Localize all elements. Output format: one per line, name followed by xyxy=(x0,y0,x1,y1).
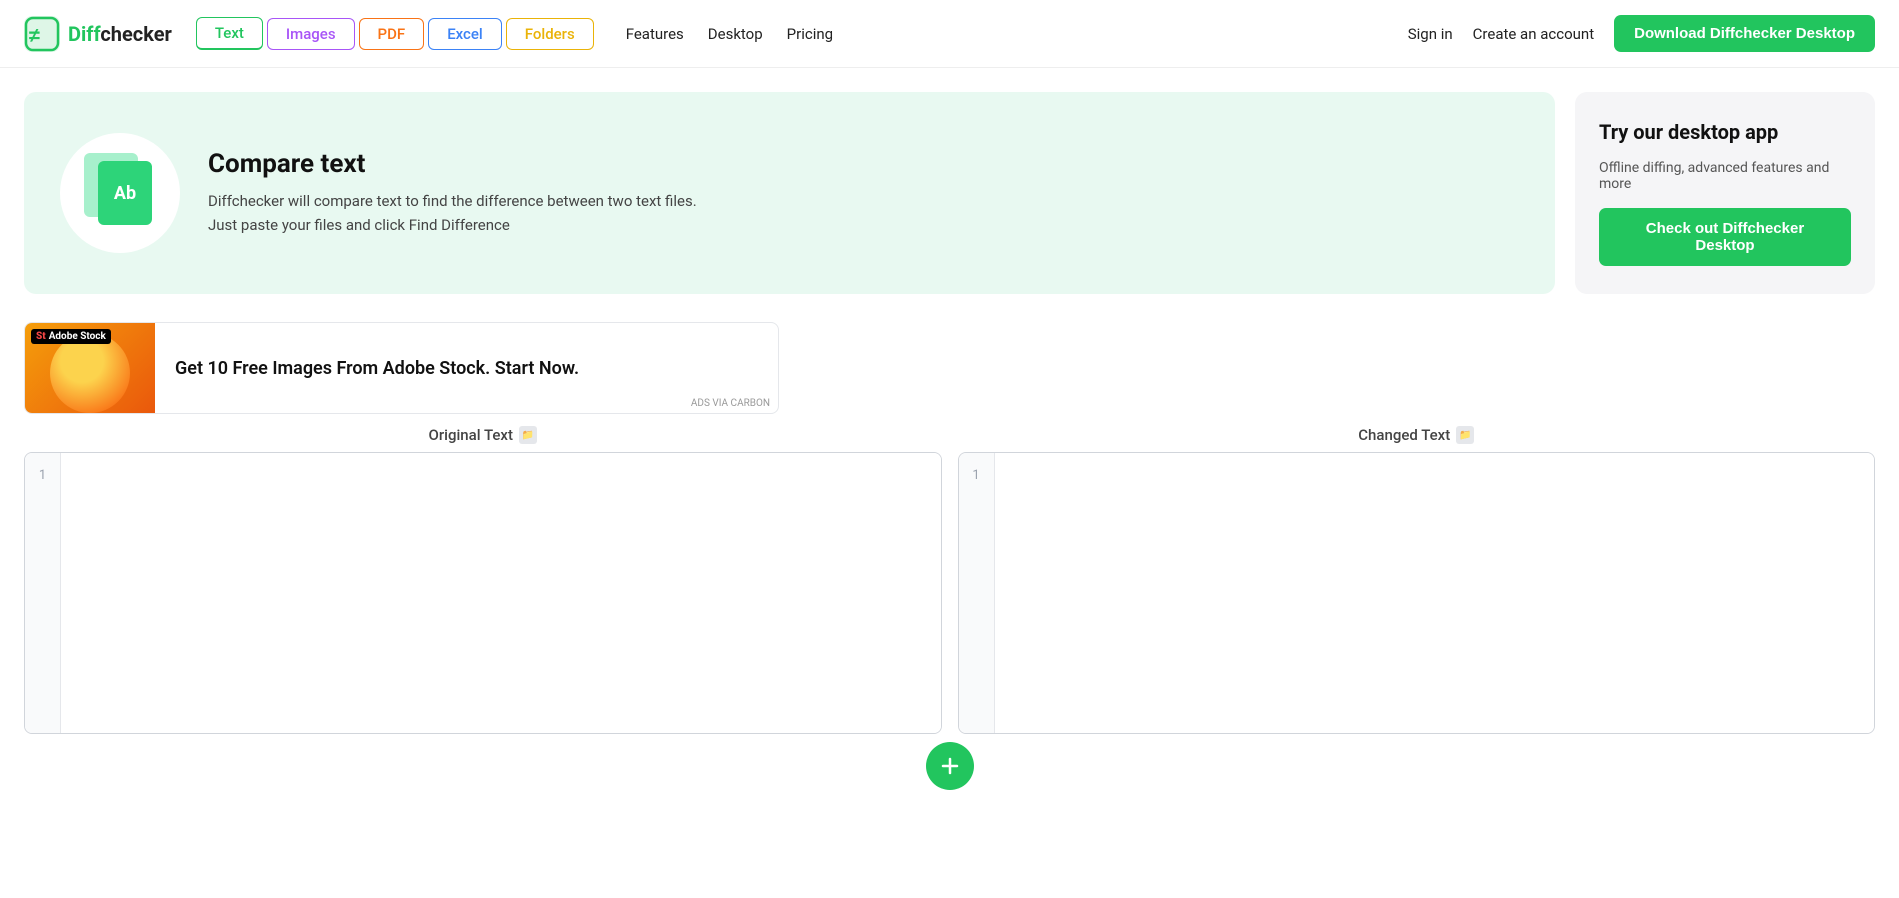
hero-section: Ab Ab Compare text Diffchecker will comp… xyxy=(0,68,1899,310)
find-difference-button[interactable] xyxy=(926,742,974,790)
changed-text-input[interactable] xyxy=(995,453,1875,733)
hero-main: Ab Ab Compare text Diffchecker will comp… xyxy=(24,92,1555,294)
diff-section: Original Text 📁 Changed Text 📁 1 1 xyxy=(0,426,1899,814)
nav-tab-pdf[interactable]: PDF xyxy=(359,18,425,50)
ad-brand-label: St Adobe Stock xyxy=(31,329,111,344)
logo-icon: ≠ xyxy=(24,16,60,52)
signin-link[interactable]: Sign in xyxy=(1408,25,1453,43)
nav-link-desktop[interactable]: Desktop xyxy=(708,25,763,43)
logo[interactable]: ≠ Diffchecker xyxy=(24,16,172,52)
original-text-label: Original Text xyxy=(429,426,513,444)
nav-link-pricing[interactable]: Pricing xyxy=(787,25,833,43)
hero-text: Compare text Diffchecker will compare te… xyxy=(208,149,697,237)
nav-link-features[interactable]: Features xyxy=(626,25,684,43)
nav-tab-folders[interactable]: Folders xyxy=(506,18,594,50)
nav-tab-images[interactable]: Images xyxy=(267,18,355,50)
sidebar-title: Try our desktop app xyxy=(1599,120,1778,144)
nav-tab-text[interactable]: Text xyxy=(196,17,263,50)
diff-labels: Original Text 📁 Changed Text 📁 xyxy=(24,426,1875,444)
hero-title: Compare text xyxy=(208,149,697,179)
logo-text: Diffchecker xyxy=(68,22,172,46)
nav-links: Features Desktop Pricing xyxy=(626,25,833,43)
hero-description: Diffchecker will compare text to find th… xyxy=(208,189,697,237)
hero-sidebar: Try our desktop app Offline diffing, adv… xyxy=(1575,92,1875,294)
changed-line-numbers: 1 xyxy=(959,453,995,733)
changed-text-label-wrap: Changed Text 📁 xyxy=(958,426,1876,444)
nav-tab-excel[interactable]: Excel xyxy=(428,18,502,50)
original-line-numbers: 1 xyxy=(25,453,61,733)
ad-banner[interactable]: St Adobe Stock Get 10 Free Images From A… xyxy=(24,322,779,414)
original-text-label-wrap: Original Text 📁 xyxy=(24,426,942,444)
navbar: ≠ Diffchecker Text Images PDF Excel Fold… xyxy=(0,0,1899,68)
nav-tabs: Text Images PDF Excel Folders xyxy=(196,17,594,50)
find-diff-icon xyxy=(939,755,961,777)
changed-editor: 1 xyxy=(958,452,1876,734)
changed-line-1: 1 xyxy=(966,465,985,487)
file-icon-front: Ab xyxy=(98,161,152,225)
download-desktop-button[interactable]: Download Diffchecker Desktop xyxy=(1614,15,1875,52)
create-account-link[interactable]: Create an account xyxy=(1473,25,1594,43)
ad-footer: ADS VIA CARBON xyxy=(691,398,778,413)
changed-text-label: Changed Text xyxy=(1358,426,1450,444)
diff-editors: 1 1 xyxy=(24,452,1875,734)
original-text-input[interactable] xyxy=(61,453,941,733)
ad-image: St Adobe Stock xyxy=(25,323,155,413)
ad-text: Get 10 Free Images From Adobe Stock. Sta… xyxy=(175,358,671,379)
changed-upload-icon[interactable]: 📁 xyxy=(1456,426,1474,444)
ad-content: Get 10 Free Images From Adobe Stock. Sta… xyxy=(155,342,691,395)
original-upload-icon[interactable]: 📁 xyxy=(519,426,537,444)
check-out-desktop-button[interactable]: Check out Diffchecker Desktop xyxy=(1599,208,1851,266)
compare-text-icon: Ab Ab xyxy=(80,153,160,233)
sidebar-description: Offline diffing, advanced features and m… xyxy=(1599,160,1851,192)
original-line-1: 1 xyxy=(33,465,52,487)
svg-text:≠: ≠ xyxy=(29,25,40,47)
diff-footer xyxy=(24,742,1875,790)
nav-right: Sign in Create an account Download Diffc… xyxy=(1408,15,1875,52)
hero-icon-wrap: Ab Ab xyxy=(60,133,180,253)
original-editor: 1 xyxy=(24,452,942,734)
ad-face-illustration xyxy=(50,333,130,413)
